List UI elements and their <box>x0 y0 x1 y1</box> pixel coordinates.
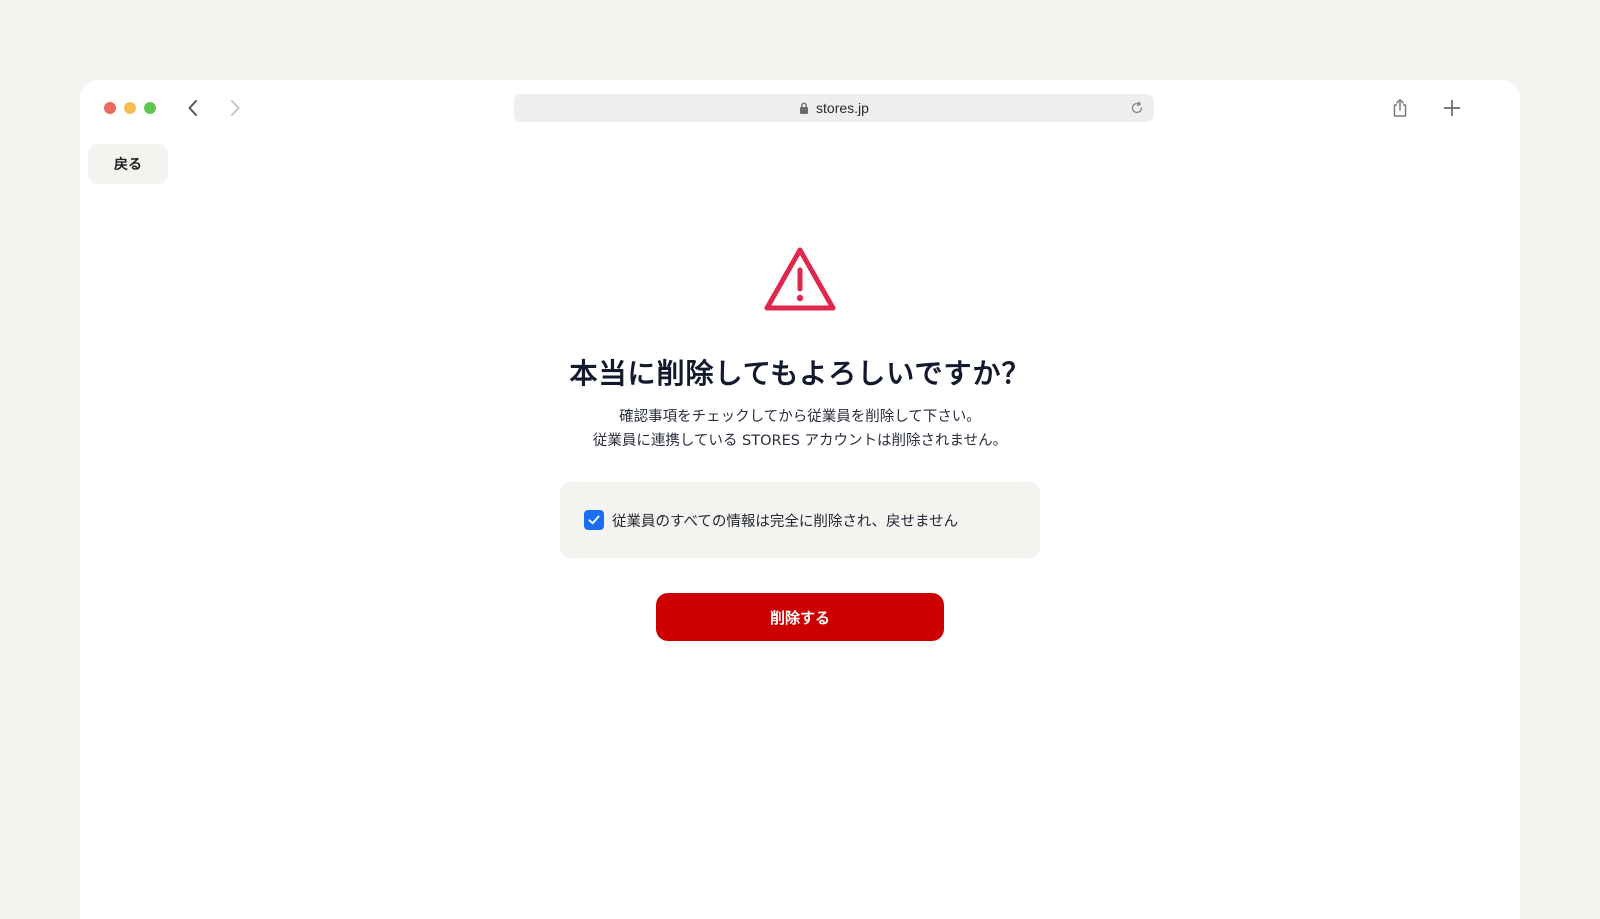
minimize-window-button[interactable] <box>124 102 136 114</box>
share-icon <box>1393 99 1407 117</box>
address-bar[interactable]: stores.jp <box>514 94 1154 122</box>
new-tab-button[interactable] <box>1440 96 1464 120</box>
zoom-window-button[interactable] <box>144 102 156 114</box>
confirmation-box: 従業員のすべての情報は完全に削除され、戻せません <box>560 482 1040 558</box>
confirm-checkbox[interactable] <box>584 510 604 530</box>
lock-icon <box>800 102 809 114</box>
browser-forward-button[interactable] <box>224 97 246 119</box>
window-controls <box>104 102 156 114</box>
chevron-right-icon <box>231 100 240 116</box>
page-title: 本当に削除してもよろしいですか？ <box>569 357 1031 390</box>
browser-back-button[interactable] <box>182 97 204 119</box>
description-line-1: 確認事項をチェックしてから従業員を削除して下さい。 <box>619 409 981 425</box>
url-text: stores.jp <box>816 100 869 116</box>
description-line-2: 従業員に連携している STORES アカウントは削除されません。 <box>592 433 1008 449</box>
share-button[interactable] <box>1388 96 1412 120</box>
plus-icon <box>1443 99 1461 117</box>
delete-button[interactable]: 削除する <box>656 593 944 641</box>
back-button[interactable]: 戻る <box>88 144 168 184</box>
browser-toolbar: stores.jp <box>80 80 1520 136</box>
chevron-left-icon <box>188 100 197 116</box>
reload-icon[interactable] <box>1130 101 1144 115</box>
close-window-button[interactable] <box>104 102 116 114</box>
confirm-checkbox-label[interactable]: 従業員のすべての情報は完全に削除され、戻せません <box>612 510 958 531</box>
checkmark-icon <box>588 515 600 525</box>
browser-window: stores.jp 戻る 本当に削除してもよろしいですか？ 確認事項をチェックし… <box>80 80 1520 919</box>
warning-triangle-icon <box>764 247 836 311</box>
